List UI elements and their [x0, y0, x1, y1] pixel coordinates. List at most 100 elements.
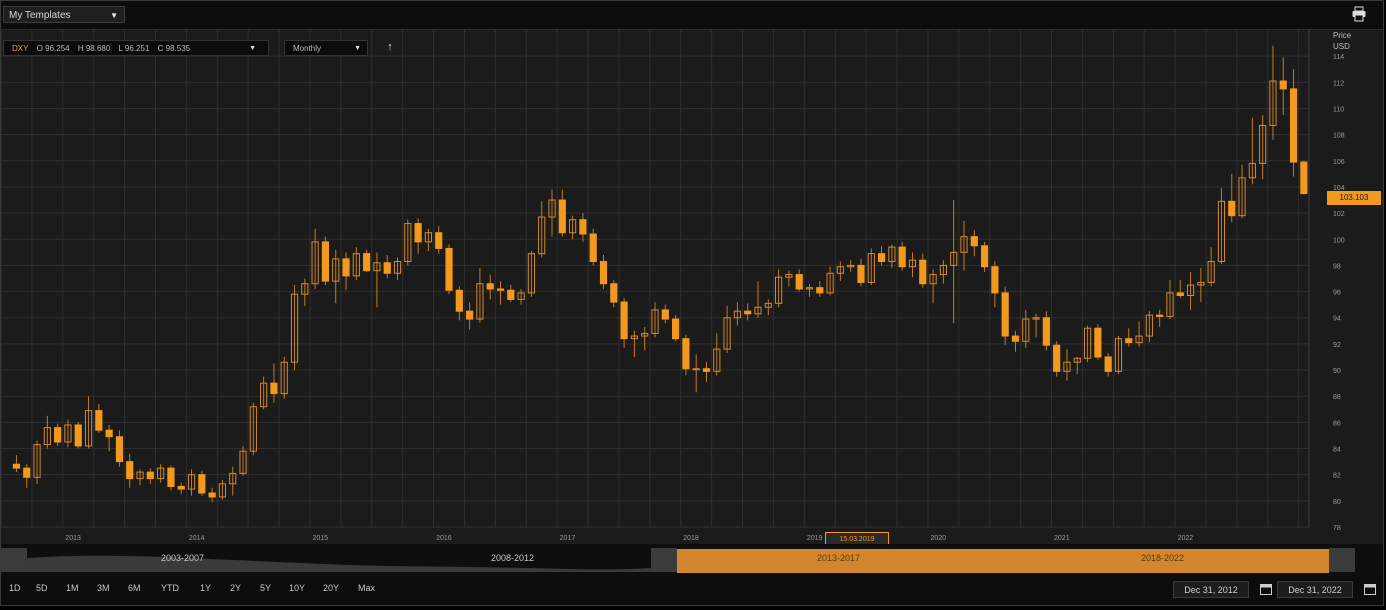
range-button-5y[interactable]: 5Y [260, 583, 271, 593]
y-tick-label: 92 [1333, 342, 1341, 349]
range-button-5d[interactable]: 5D [36, 583, 48, 593]
x-tick-label: 2018 [683, 535, 699, 542]
navigator-period-label: 2013-2017 [817, 553, 861, 563]
navigator-left-handle[interactable] [1, 548, 27, 572]
chart-area[interactable]: Price USD 114 112 110 108 106 104 102 100 98 96 94 92… [1, 30, 1383, 544]
range-button-max[interactable]: Max [358, 583, 375, 593]
print-icon[interactable] [1351, 6, 1367, 22]
ohlc-readout[interactable]: DXY O 96.254 H 98.680 L 96.251 C 98.535 … [3, 40, 269, 56]
candle-down [816, 287, 824, 294]
candle-down [383, 262, 391, 274]
candle-down [321, 241, 330, 282]
candle-down [919, 259, 927, 285]
navigator-period-label: 2008-2012 [491, 553, 535, 563]
candle-down [1156, 314, 1164, 317]
candle-down [1176, 292, 1184, 297]
x-tick-label: 2016 [436, 535, 452, 542]
range-button-1y[interactable]: 1Y [200, 583, 211, 593]
top-toolbar: My Templates ▼ [1, 1, 1383, 30]
range-button-6m[interactable]: 6M [128, 583, 141, 593]
candle-down [579, 219, 587, 235]
templates-dropdown[interactable]: My Templates ▼ [3, 6, 125, 23]
range-navigator[interactable]: 2003-2007 2008-2012 2013-2017 2018-2022 [1, 544, 1383, 576]
start-date-field[interactable]: Dec 31, 2012 [1173, 581, 1249, 598]
candle-down [744, 310, 752, 315]
candle-down [599, 260, 608, 285]
interval-dropdown[interactable]: Monthly ▼ [284, 40, 368, 56]
candle-down [980, 245, 989, 268]
app-window: My Templates ▼ Price USD 114 112 110 108 106 10… [0, 0, 1384, 606]
candle-up [692, 368, 700, 371]
y-tick-label: 88 [1333, 394, 1341, 401]
x-tick-label: 2020 [930, 535, 946, 542]
y-tick-label: 94 [1333, 316, 1341, 323]
range-button-20y[interactable]: 20Y [323, 583, 339, 593]
templates-dropdown-label: My Templates [9, 10, 71, 21]
last-price-badge: 103.103 [1327, 191, 1381, 205]
candle-down [610, 283, 618, 303]
range-button-10y[interactable]: 10Y [289, 583, 305, 593]
bottom-toolbar: 1D 5D 1M 3M 6M YTD 1Y 2Y 5Y 10Y 20Y Max … [1, 576, 1383, 605]
candle-down [1125, 338, 1133, 344]
candle-down [270, 382, 278, 395]
range-button-ytd[interactable]: YTD [161, 583, 179, 593]
candle-down [105, 429, 113, 438]
candle-down [208, 492, 216, 498]
candle-down [414, 223, 422, 243]
candle-down [1094, 327, 1102, 358]
candle-down [445, 247, 453, 291]
candle-down [558, 199, 566, 234]
x-tick-label: 2013 [65, 535, 81, 542]
range-button-3m[interactable]: 3M [97, 583, 110, 593]
candle-down [507, 289, 515, 300]
candle-down [1053, 344, 1061, 372]
candle-down [342, 258, 350, 277]
range-button-1m[interactable]: 1M [66, 583, 79, 593]
candle-down [455, 289, 463, 312]
navigator-period-label: 2003-2007 [161, 553, 205, 563]
x-tick-label: 2022 [1178, 535, 1194, 542]
calendar-icon[interactable] [1260, 583, 1272, 595]
x-tick-label: 2021 [1054, 535, 1070, 542]
close-value: C 98.535 [157, 44, 191, 53]
plot-background [1, 30, 1383, 544]
end-date-field[interactable]: Dec 31, 2022 [1277, 581, 1353, 598]
navigator-selection-start-handle[interactable] [651, 548, 677, 572]
candle-down [795, 274, 803, 290]
x-tick-label: 2019 [807, 535, 823, 542]
candle-down [1228, 200, 1236, 217]
open-value: O 96.254 [36, 44, 70, 53]
price-chart[interactable]: PriceUSD11411211010810610410210098969492… [1, 30, 1383, 544]
y-tick-label: 78 [1333, 525, 1341, 532]
high-value: H 98.680 [77, 44, 111, 53]
y-tick-label: 90 [1333, 368, 1341, 375]
candle-down [23, 467, 31, 478]
arrow-up-icon[interactable]: ↑ [384, 40, 396, 54]
range-button-1d[interactable]: 1D [9, 583, 21, 593]
low-value: L 96.251 [118, 44, 150, 53]
navigator-selection-end-handle[interactable] [1329, 548, 1355, 572]
candle-down [466, 310, 474, 320]
candle-down [620, 301, 628, 340]
candle-down [54, 427, 62, 443]
candle-down [198, 474, 206, 494]
candle-down [589, 233, 597, 262]
candle-down [1001, 292, 1009, 337]
range-button-2y[interactable]: 2Y [230, 583, 241, 593]
y-tick-label: 86 [1333, 420, 1341, 427]
candle-down [486, 283, 494, 290]
candle-down [95, 410, 103, 431]
y-tick-label: 96 [1333, 290, 1341, 297]
y-tick-label: 100 [1333, 237, 1345, 244]
y-tick-label: 102 [1333, 211, 1345, 218]
candle-down [877, 253, 886, 262]
y-tick-label: 110 [1333, 106, 1344, 113]
navigator-selection[interactable] [677, 549, 1329, 573]
x-tick-label: 2014 [189, 535, 205, 542]
candle-down [970, 236, 978, 247]
x-tick-label: 2017 [560, 535, 576, 542]
y-tick-label: 114 [1333, 54, 1344, 61]
candle-down [1104, 356, 1112, 372]
calendar-icon[interactable] [1364, 583, 1376, 595]
candle-down [146, 471, 154, 480]
